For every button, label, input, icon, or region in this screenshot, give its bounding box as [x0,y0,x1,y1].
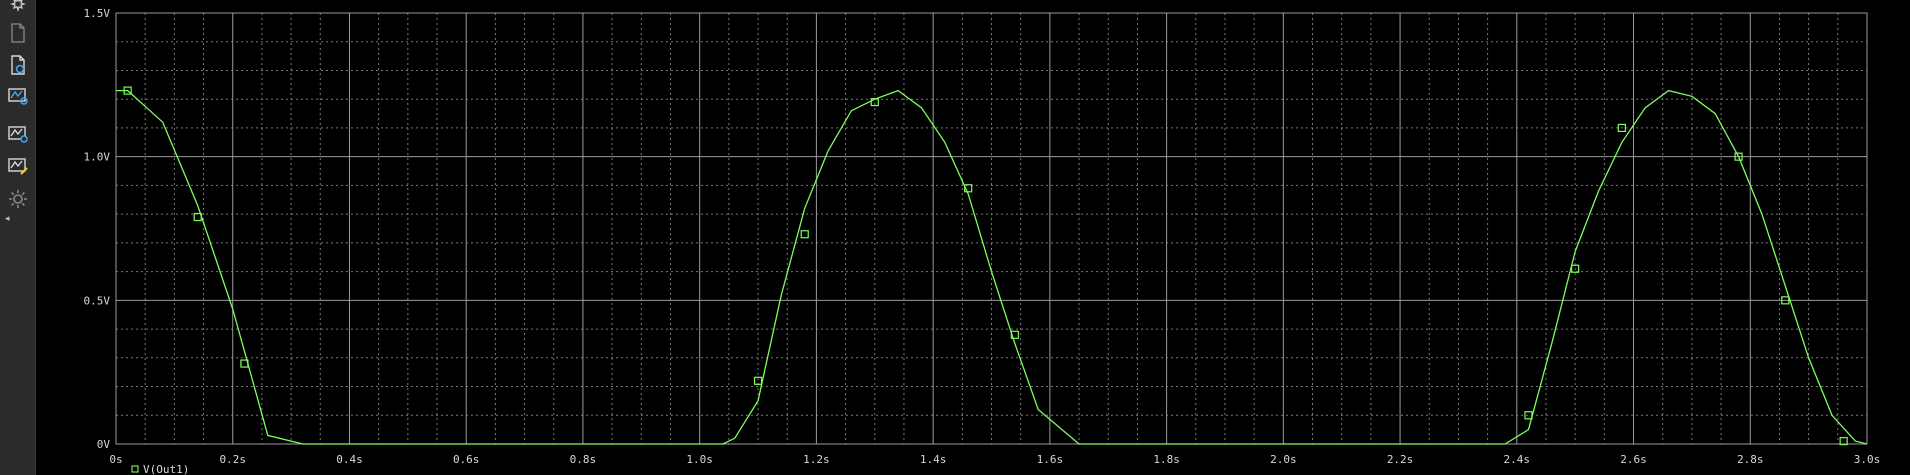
y-tick-label: 0.5V [84,294,111,307]
new-page-icon[interactable] [4,19,32,47]
x-tick-label: 0.4s [336,453,363,466]
x-tick-label: 1.2s [803,453,830,466]
x-tick-label: 2.6s [1620,453,1647,466]
x-tick-label: 2.0s [1270,453,1297,466]
x-tick-label: 1.4s [920,453,947,466]
plot-area[interactable]: 0s 0.2s 0.4s 0.6s 0.8s 1.0s 1.2s 1.4s 1.6s 1.8s 2.… [36,0,1910,475]
y-tick-label: 0V [97,438,111,451]
x-tick-label: 0.6s [453,453,480,466]
legend[interactable]: V(Out1) [131,463,189,475]
x-tick-label: 1.6s [1037,453,1064,466]
probe-window: ◂ 0s 0.2s 0.4s 0.6s 0.8s 1.0s 1.2s 1.4s 1.6s 1.8s… [0,0,1910,475]
settings-icon[interactable] [4,0,32,18]
zoom-fit-icon[interactable] [4,82,32,110]
y-tick-label: 1.5V [84,7,111,20]
x-tick-label: 0.8s [570,453,597,466]
x-tick-label: 3.0s [1854,453,1881,466]
waveform-settings-icon[interactable] [4,120,32,148]
new-file-icon[interactable] [4,51,32,79]
waveform-edit-icon[interactable] [4,152,32,180]
legend-label: V(Out1) [143,463,189,475]
trace-marker [800,230,809,239]
y-tick-label: 1.0V [84,151,111,164]
left-toolbar: ◂ [0,0,36,475]
legend-marker [131,465,139,473]
x-tick-label: 1.8s [1153,453,1180,466]
x-tick-label: 0.2s [219,453,246,466]
x-tick-label: 1.0s [686,453,713,466]
collapse-toolbar-icon[interactable]: ◂ [5,214,10,224]
gear-icon[interactable] [4,185,32,213]
x-tick-label: 2.8s [1737,453,1764,466]
x-tick-label: 2.4s [1504,453,1531,466]
x-tick-label: 2.2s [1387,453,1414,466]
traces [116,86,1868,446]
x-tick-label: 0s [109,453,122,466]
x-axis-ticks: 0s 0.2s 0.4s 0.6s 0.8s 1.0s 1.2s 1.4s 1.6s 1.8s 2.… [109,453,1880,466]
minor-grid [116,13,1867,444]
y-axis-ticks: 0V 0.5V 1.0V 1.5V [84,7,111,451]
